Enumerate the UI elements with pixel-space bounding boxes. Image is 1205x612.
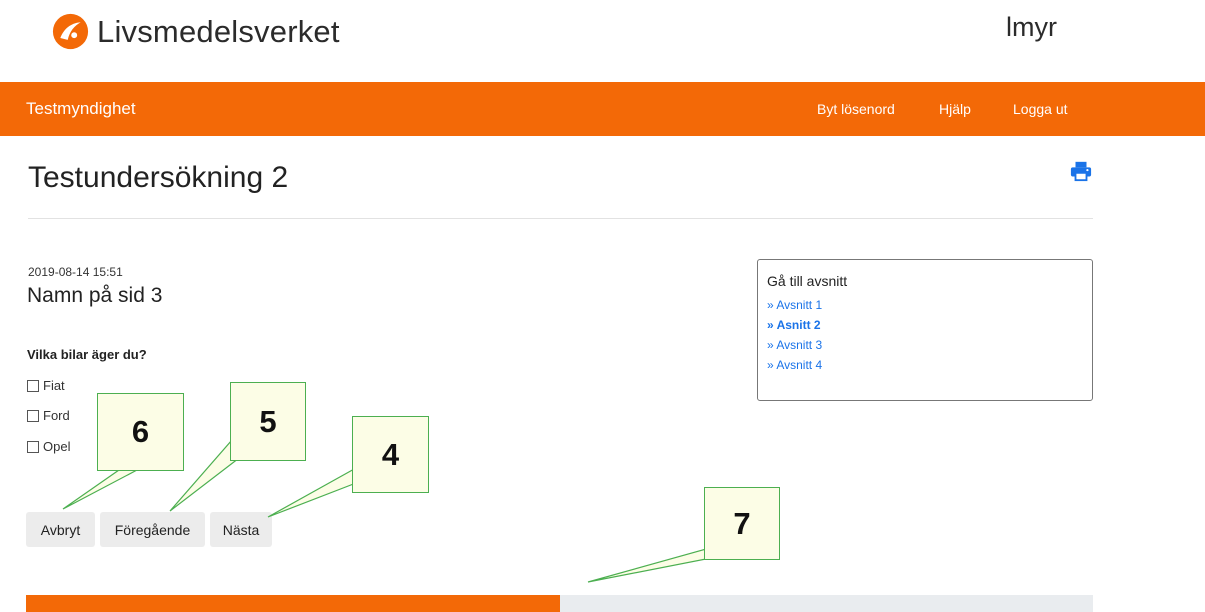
callout-connectors: [62, 439, 707, 583]
callout-7: 7: [704, 487, 780, 560]
callout-4-pointer: [267, 466, 357, 518]
callout-6-pointer: [62, 469, 138, 510]
callout-5: 5: [230, 382, 306, 461]
callout-6: 6: [97, 393, 184, 471]
callout-7-pointer: [587, 548, 707, 583]
callout-4: 4: [352, 416, 429, 493]
